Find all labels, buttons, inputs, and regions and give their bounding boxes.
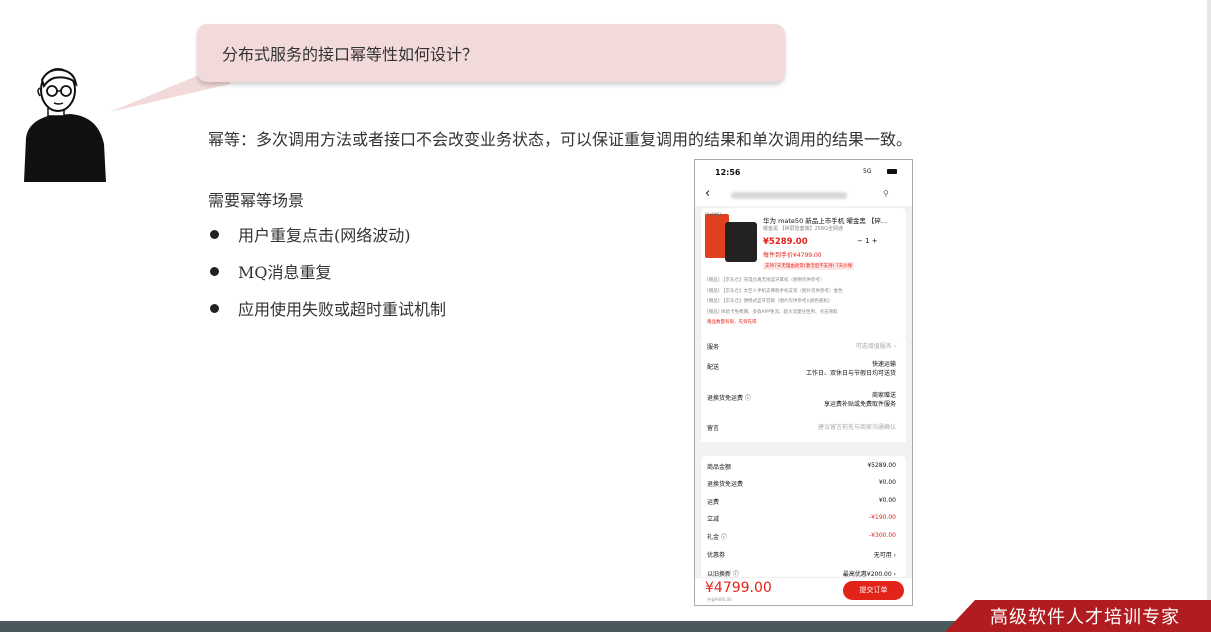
location-icon[interactable]: ⚲ [883, 189, 889, 198]
bullet-dot-icon [210, 304, 219, 313]
order-screenshot: 12:56 5G ‹ ⚲ HUAWEI 华为 mate50 新品上市手机 曜金黑… [694, 159, 913, 606]
gift-list: [赠品] 【京东仓】充电仓真无线蓝牙耳机（图例仅供参考） [赠品] 【京东仓】太… [707, 276, 842, 329]
slide-right-edge [1207, 0, 1211, 632]
summary-label: 运费 [707, 499, 720, 506]
product-card: HUAWEI 华为 mate50 新品上市手机 曜金黑 【碎… 曜金黑 【碎屏险… [701, 208, 906, 338]
summary-value: ¥5289.00 [867, 462, 896, 469]
battery-icon [887, 169, 897, 174]
quantity-stepper[interactable]: − 1 + [857, 237, 878, 245]
brand-tag: HUAWEI [705, 212, 722, 217]
checkout-bar: ¥4799.00 共省¥490.00 提交订单 [695, 577, 912, 605]
total-price: ¥4799.00 [705, 580, 772, 596]
product-spec: 曜金黑 【碎屏险套装】256G全网通 [763, 226, 844, 232]
gift-item: [赠品] 【京东仓】充电仓真无线蓝牙耳机（图例仅供参考） [707, 278, 825, 283]
product-title[interactable]: 华为 mate50 新品上市手机 曜金黑 【碎… [763, 215, 887, 225]
summary-label: 礼金 ⓘ [707, 534, 727, 541]
gift-item: [赠品] 体验卡免费期、多款APP免流、超大流量任性用、点击领取 [707, 309, 838, 315]
submit-order-button[interactable]: 提交订单 [843, 581, 904, 600]
address-bar: ‹ ⚲ [695, 184, 912, 206]
service-label: 服务 [707, 344, 720, 351]
delivery-label: 配送 [707, 364, 720, 371]
thinking-person-illustration [24, 68, 106, 182]
gift-note: 赠品数量有限，先到先得 [707, 320, 757, 325]
note-label: 留言 [707, 425, 720, 432]
delivery-value[interactable]: 快速运输 工作日、双休日与节假日均可送货 [806, 360, 896, 378]
question-text: 分布式服务的接口幂等性如何设计？ [222, 45, 479, 64]
bullet-dot-icon [210, 267, 219, 276]
summary-label: 商品金额 [707, 464, 732, 471]
summary-value: -¥190.00 [869, 514, 896, 521]
summary-label: 立减 [707, 516, 720, 523]
service-value[interactable]: 可选增值服务 › [856, 342, 896, 351]
status-time: 12:56 [715, 168, 741, 177]
summary-value: -¥300.00 [869, 532, 896, 539]
summary-label: 优惠券 [707, 552, 726, 559]
definition-text: 幂等：多次调用方法或者接口不会改变业务状态，可以保证重复调用的结果和单次调用的结… [208, 130, 913, 149]
coupon-value[interactable]: 无可用 › [874, 550, 896, 559]
return-badge: 支持7天无理由退货(激活后不支持) 7天价保 [763, 262, 855, 270]
summary-label: 退换货免运费 [707, 481, 744, 488]
summary-value: ¥0.00 [878, 479, 896, 486]
blurred-address [731, 192, 847, 199]
return-fee-value: 商家赠送 享运费补贴或免费取件服务 [823, 392, 896, 408]
brand-slogan: 高级软件人才培训专家 [990, 607, 1180, 628]
product-price: ¥5289.00 [763, 237, 808, 247]
status-bar: 12:56 5G [695, 160, 912, 184]
per-unit-price: 每件到手价¥4799.00 [763, 252, 822, 259]
summary-value: ¥0.00 [878, 497, 896, 504]
order-options: 服务 可选增值服务 › 配送 快速运输 工作日、双休日与节假日均可送货 退换货免… [701, 338, 906, 442]
bullet-dot-icon [210, 230, 219, 239]
scenarios-title: 需要幂等场景 [208, 191, 305, 210]
signal-label: 5G [863, 168, 872, 175]
gift-item: [赠品] 【京东仓】太空人手机支撑款手机支架（图片仅供参考）金色 [707, 288, 843, 294]
note-input[interactable]: 建议留言前先与商家沟通确认 [818, 423, 896, 432]
gift-item: [赠品] 【京东仓】便携式蓝牙音箱（图片仅供参考)(颜色随机) [707, 299, 830, 304]
return-fee-label: 退换货免运费 ⓘ [707, 395, 751, 402]
back-arrow-icon[interactable]: ‹ [705, 186, 710, 201]
product-image [725, 222, 757, 262]
saved-amount: 共省¥490.00 [707, 597, 732, 602]
